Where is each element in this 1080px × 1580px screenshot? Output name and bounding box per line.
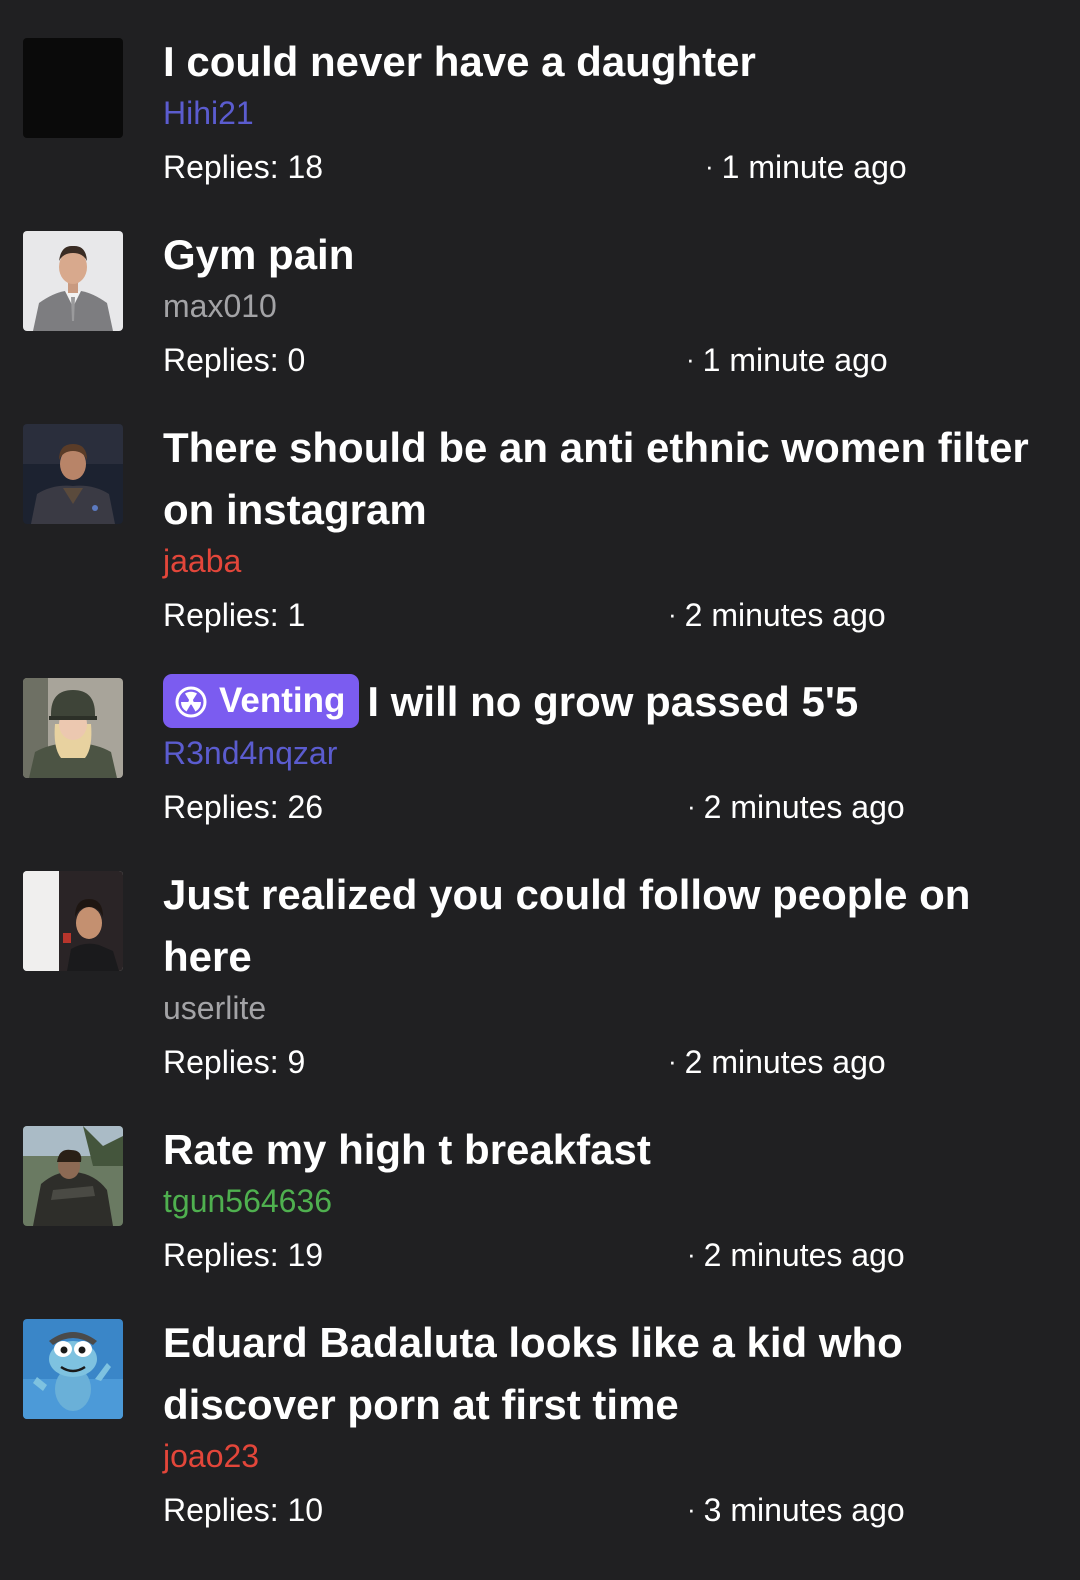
reply-count: Replies: 18 (163, 149, 324, 185)
black-avatar[interactable] (23, 38, 123, 138)
radiation-icon (175, 686, 207, 718)
reply-count: Replies: 10 (163, 1492, 324, 1528)
thread-title[interactable]: Just realized you could follow people on… (163, 864, 1043, 988)
reply-count: Replies: 0 (163, 342, 306, 378)
man-in-jacket-avatar[interactable] (23, 424, 123, 524)
thread-username[interactable]: jaaba (163, 541, 1043, 581)
timestamp: · 2 minutes ago (668, 1044, 886, 1080)
thread-username[interactable]: R3nd4nqzar (163, 733, 1043, 773)
thread-title[interactable]: Venting I will no grow passed 5'5 (163, 671, 1043, 733)
timestamp: · 2 minutes ago (668, 597, 886, 633)
selfie-man-avatar[interactable] (23, 871, 123, 971)
venting-tag[interactable]: Venting (163, 674, 360, 728)
soldier-helmet-avatar[interactable] (23, 678, 123, 778)
man-in-suit-avatar[interactable] (23, 231, 123, 331)
reply-count: Replies: 26 (163, 789, 324, 825)
crazy-frog-avatar[interactable] (23, 1319, 123, 1419)
thread-title[interactable]: Eduard Badaluta looks like a kid who dis… (163, 1312, 1043, 1436)
timestamp: · 2 minutes ago (687, 789, 905, 825)
armored-warrior-avatar[interactable] (23, 1126, 123, 1226)
reply-count: Replies: 1 (163, 597, 306, 633)
forum-feed-screen: { "threads": [ { "title": "I could never… (0, 0, 1080, 1580)
thread-title[interactable]: I could never have a daughter (163, 31, 1043, 93)
thread-username[interactable]: Hihi21 (163, 93, 1043, 133)
timestamp: · 1 minute ago (705, 149, 907, 185)
thread-title[interactable]: There should be an anti ethnic women fil… (163, 417, 1043, 541)
reply-count: Replies: 9 (163, 1044, 306, 1080)
timestamp: · 2 minutes ago (687, 1237, 905, 1273)
cropped-previous-row (0, 0, 1080, 8)
thread-username[interactable]: userlite (163, 988, 1043, 1028)
thread-title[interactable]: Rate my high t breakfast (163, 1119, 1043, 1181)
reply-count: Replies: 19 (163, 1237, 324, 1273)
thread-username[interactable]: tgun564636 (163, 1181, 1043, 1221)
timestamp: · 3 minutes ago (687, 1492, 905, 1528)
thread-username[interactable]: joao23 (163, 1436, 1043, 1476)
thread-username[interactable]: max010 (163, 286, 1043, 326)
thread-title[interactable]: Gym pain (163, 224, 1043, 286)
timestamp: · 1 minute ago (686, 342, 888, 378)
